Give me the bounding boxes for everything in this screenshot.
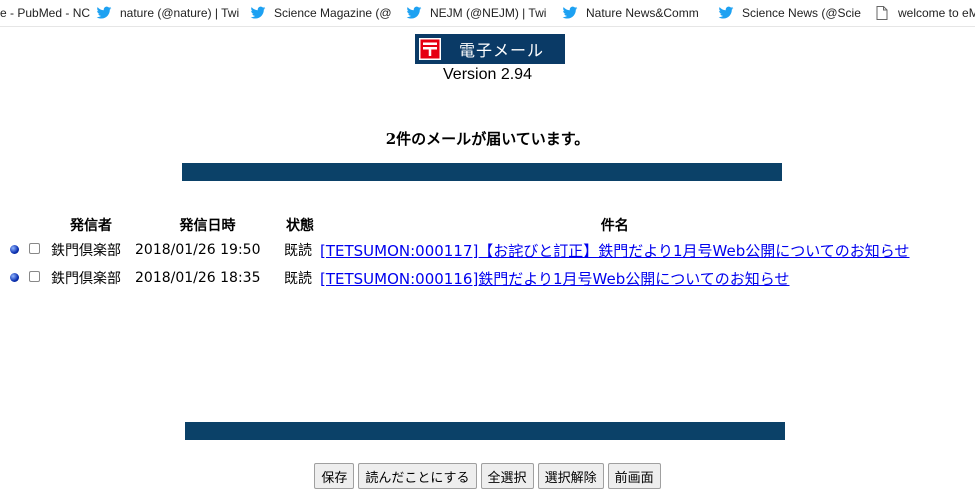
deselect-button[interactable]: 選択解除 [537,463,604,489]
twitter-icon [96,6,112,19]
mail-dot-icon [10,245,19,254]
bookmark-science-news[interactable]: Science News (@Scie [712,0,868,26]
mail-dot-icon [10,273,19,282]
bookmark-nejm[interactable]: NEJM (@NEJM) | Twi [400,0,556,26]
logo-text: 電子メール [459,41,545,60]
subject-link[interactable]: [TETSUMON:000117]【お詫びと訂正】鉄門だより1月号Web公開につ… [320,242,910,260]
date-cell: 2018/01/26 18:35 [135,270,261,286]
bookmark-label: NEJM (@NEJM) | Twi [430,6,547,20]
bookmark-emerge[interactable]: welcome to eMerge [868,0,975,26]
bookmark-label: e - PubMed - NC [0,6,90,20]
table-header-row: 発信者 発信日時 状態 件名 [8,214,912,236]
subject-link[interactable]: [TETSUMON:000116]鉄門だより1月号Web公開についてのお知らせ [320,270,790,288]
subject-cell: [TETSUMON:000117]【お詫びと訂正】鉄門だより1月号Web公開につ… [318,236,912,264]
select-checkbox[interactable] [29,271,40,282]
date-cell: 2018/01/26 19:50 [135,242,261,258]
bookmarks-bar: e - PubMed - NC nature (@nature) | Twi S… [0,0,975,27]
bookmark-science[interactable]: Science Magazine (@ [244,0,400,26]
header-sender: 発信者 [70,218,112,234]
checkbox-cell [27,236,49,264]
postal-mark-icon [419,38,441,60]
divider-bar-bottom [185,422,785,440]
app-logo: 電子メール [415,34,565,64]
mail-list-table: 発信者 発信日時 状態 件名 鉄門倶楽部 2018/01/26 19:50 既読… [8,214,912,292]
select-checkbox[interactable] [29,243,40,254]
document-icon [876,6,888,20]
status-cell: 既読 [284,243,312,259]
bookmark-label: Science News (@Scie [742,6,861,20]
save-button[interactable]: 保存 [314,463,355,489]
sender-cell: 鉄門倶楽部 [51,271,121,287]
mail-count-notice: 2件のメールが届いています。 [385,130,590,148]
unread-dot-cell [8,264,27,292]
sender-cell: 鉄門倶楽部 [51,243,121,259]
table-row: 鉄門倶楽部 2018/01/26 19:50 既読 [TETSUMON:0001… [8,236,912,264]
version-label: Version 2.94 [443,66,532,83]
bookmark-label: Nature News&Comm [586,6,699,20]
twitter-icon [562,6,578,19]
bookmark-label: welcome to eMerge [898,6,975,20]
back-button[interactable]: 前画面 [607,463,661,489]
unread-dot-cell [8,236,27,264]
twitter-icon [718,6,734,19]
header-spacer [8,214,27,236]
header-spacer [27,214,49,236]
divider-bar-top [182,163,782,181]
mark-read-button[interactable]: 読んだことにする [358,463,477,489]
header-subject: 件名 [600,218,629,234]
bookmark-pubmed[interactable]: e - PubMed - NC [0,0,90,26]
subject-cell: [TETSUMON:000116]鉄門だより1月号Web公開についてのお知らせ [318,264,912,292]
twitter-icon [250,6,266,19]
table-row: 鉄門倶楽部 2018/01/26 18:35 既読 [TETSUMON:0001… [8,264,912,292]
checkbox-cell [27,264,49,292]
bookmark-nature-news[interactable]: Nature News&Comm [556,0,712,26]
action-buttons: 保存 読んだことにする 全選択 選択解除 前画面 [0,463,975,489]
header-status: 状態 [286,218,314,234]
bookmark-label: nature (@nature) | Twi [120,6,240,20]
bookmark-label: Science Magazine (@ [274,6,392,20]
select-all-button[interactable]: 全選択 [480,463,534,489]
bookmark-nature[interactable]: nature (@nature) | Twi [90,0,244,26]
twitter-icon [406,6,422,19]
status-cell: 既読 [284,271,312,287]
header-date: 発信日時 [179,218,236,234]
